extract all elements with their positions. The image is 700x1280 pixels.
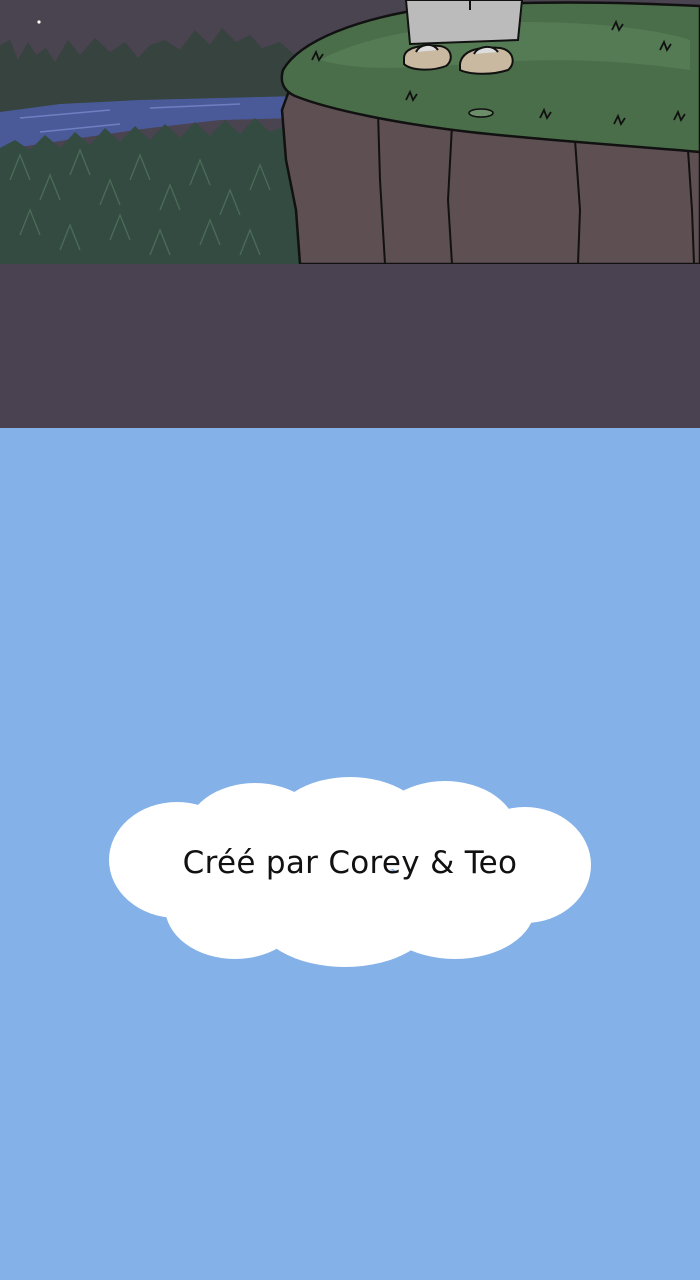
night-cliff-scene-icon xyxy=(0,0,700,264)
separator-band xyxy=(0,264,700,428)
credits-text: Créé par Corey & Teo xyxy=(182,845,518,881)
small-stone xyxy=(468,108,494,118)
night-cliff-scene xyxy=(0,0,700,264)
star-icon xyxy=(37,20,41,24)
robe xyxy=(404,0,524,46)
